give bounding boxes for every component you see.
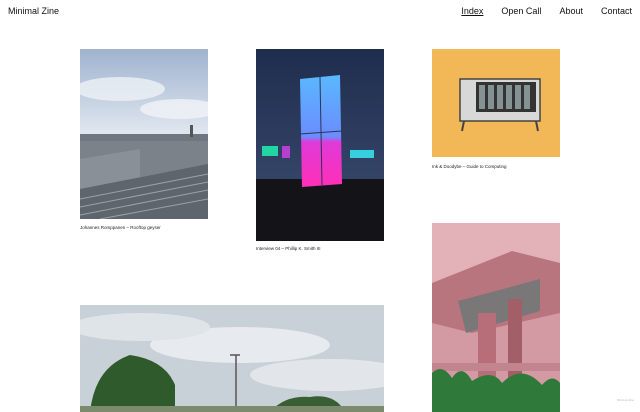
landscape-photo[interactable]: [80, 305, 384, 412]
caption-light-tower[interactable]: Interview 04 – Phillip K. Smith III: [256, 246, 321, 251]
caption-computer[interactable]: Ink & Doodybe – Guide to Computing: [432, 164, 507, 169]
pink-staircase-photo[interactable]: [432, 223, 560, 412]
main-nav: Index Open Call About Contact: [461, 6, 632, 16]
caption-rooftop[interactable]: Johannes Romppanen – Rooftop geyser: [80, 225, 161, 230]
footer-credit: Minimal Zine: [616, 398, 634, 402]
light-tower-photo[interactable]: [256, 49, 384, 241]
site-title[interactable]: Minimal Zine: [8, 6, 59, 16]
nav-open-call[interactable]: Open Call: [501, 6, 541, 16]
nav-about[interactable]: About: [559, 6, 583, 16]
computer-photo[interactable]: [432, 49, 560, 157]
nav-index[interactable]: Index: [461, 6, 483, 16]
rooftop-photo[interactable]: [80, 49, 208, 219]
nav-contact[interactable]: Contact: [601, 6, 632, 16]
